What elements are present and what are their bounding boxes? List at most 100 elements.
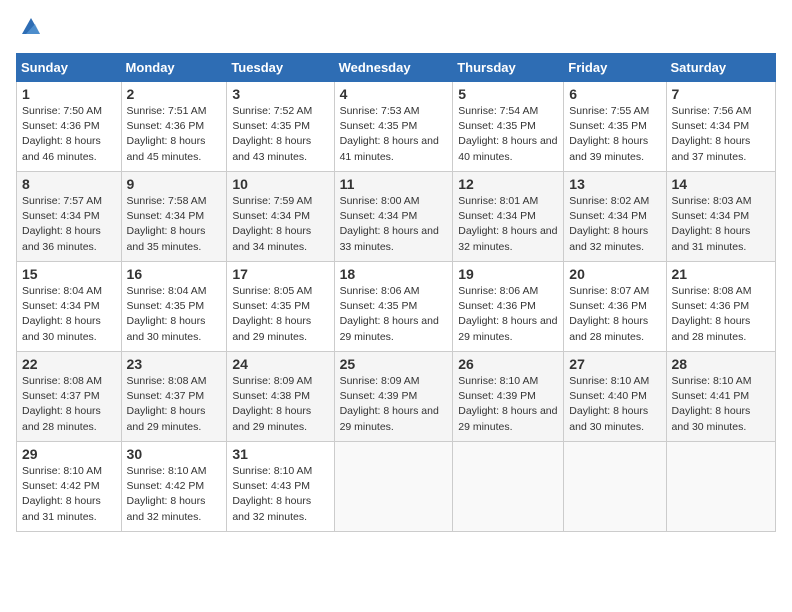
logo: [16, 16, 42, 43]
day-cell: 12 Sunrise: 8:01 AMSunset: 4:34 PMDaylig…: [453, 172, 564, 262]
day-info: Sunrise: 8:02 AMSunset: 4:34 PMDaylight:…: [569, 194, 660, 255]
day-info: Sunrise: 8:10 AMSunset: 4:42 PMDaylight:…: [127, 464, 222, 525]
day-info: Sunrise: 7:59 AMSunset: 4:34 PMDaylight:…: [232, 194, 328, 255]
day-cell: 5 Sunrise: 7:54 AMSunset: 4:35 PMDayligh…: [453, 82, 564, 172]
header-cell-thursday: Thursday: [453, 54, 564, 82]
day-number: 17: [232, 266, 328, 282]
header-cell-wednesday: Wednesday: [334, 54, 453, 82]
day-number: 7: [672, 86, 770, 102]
day-number: 1: [22, 86, 116, 102]
day-cell: 11 Sunrise: 8:00 AMSunset: 4:34 PMDaylig…: [334, 172, 453, 262]
day-number: 12: [458, 176, 558, 192]
day-info: Sunrise: 7:51 AMSunset: 4:36 PMDaylight:…: [127, 104, 222, 165]
day-cell: 6 Sunrise: 7:55 AMSunset: 4:35 PMDayligh…: [564, 82, 666, 172]
day-cell: 17 Sunrise: 8:05 AMSunset: 4:35 PMDaylig…: [227, 262, 334, 352]
day-number: 10: [232, 176, 328, 192]
day-info: Sunrise: 8:10 AMSunset: 4:41 PMDaylight:…: [672, 374, 770, 435]
day-number: 25: [340, 356, 448, 372]
day-info: Sunrise: 8:07 AMSunset: 4:36 PMDaylight:…: [569, 284, 660, 345]
day-cell: 28 Sunrise: 8:10 AMSunset: 4:41 PMDaylig…: [666, 352, 775, 442]
day-cell: 8 Sunrise: 7:57 AMSunset: 4:34 PMDayligh…: [17, 172, 122, 262]
day-cell: 16 Sunrise: 8:04 AMSunset: 4:35 PMDaylig…: [121, 262, 227, 352]
header-cell-monday: Monday: [121, 54, 227, 82]
day-number: 15: [22, 266, 116, 282]
day-number: 3: [232, 86, 328, 102]
day-cell: 1 Sunrise: 7:50 AMSunset: 4:36 PMDayligh…: [17, 82, 122, 172]
day-info: Sunrise: 8:10 AMSunset: 4:42 PMDaylight:…: [22, 464, 116, 525]
day-info: Sunrise: 8:08 AMSunset: 4:37 PMDaylight:…: [127, 374, 222, 435]
day-info: Sunrise: 8:06 AMSunset: 4:36 PMDaylight:…: [458, 284, 558, 345]
day-cell: 23 Sunrise: 8:08 AMSunset: 4:37 PMDaylig…: [121, 352, 227, 442]
day-info: Sunrise: 8:04 AMSunset: 4:34 PMDaylight:…: [22, 284, 116, 345]
day-cell: 19 Sunrise: 8:06 AMSunset: 4:36 PMDaylig…: [453, 262, 564, 352]
day-info: Sunrise: 7:58 AMSunset: 4:34 PMDaylight:…: [127, 194, 222, 255]
day-info: Sunrise: 8:06 AMSunset: 4:35 PMDaylight:…: [340, 284, 448, 345]
day-cell: 30 Sunrise: 8:10 AMSunset: 4:42 PMDaylig…: [121, 442, 227, 532]
day-number: 11: [340, 176, 448, 192]
week-row-5: 29 Sunrise: 8:10 AMSunset: 4:42 PMDaylig…: [17, 442, 776, 532]
header-cell-saturday: Saturday: [666, 54, 775, 82]
day-info: Sunrise: 8:08 AMSunset: 4:37 PMDaylight:…: [22, 374, 116, 435]
day-number: 5: [458, 86, 558, 102]
day-number: 13: [569, 176, 660, 192]
day-cell: 29 Sunrise: 8:10 AMSunset: 4:42 PMDaylig…: [17, 442, 122, 532]
day-cell: [666, 442, 775, 532]
day-number: 30: [127, 446, 222, 462]
day-cell: 7 Sunrise: 7:56 AMSunset: 4:34 PMDayligh…: [666, 82, 775, 172]
header: [16, 16, 776, 43]
day-cell: 2 Sunrise: 7:51 AMSunset: 4:36 PMDayligh…: [121, 82, 227, 172]
day-number: 28: [672, 356, 770, 372]
header-row: SundayMondayTuesdayWednesdayThursdayFrid…: [17, 54, 776, 82]
day-number: 31: [232, 446, 328, 462]
day-info: Sunrise: 7:53 AMSunset: 4:35 PMDaylight:…: [340, 104, 448, 165]
day-cell: [564, 442, 666, 532]
day-number: 6: [569, 86, 660, 102]
calendar-table: SundayMondayTuesdayWednesdayThursdayFrid…: [16, 53, 776, 532]
day-number: 26: [458, 356, 558, 372]
day-cell: 14 Sunrise: 8:03 AMSunset: 4:34 PMDaylig…: [666, 172, 775, 262]
day-number: 9: [127, 176, 222, 192]
day-cell: [453, 442, 564, 532]
day-number: 2: [127, 86, 222, 102]
logo-icon: [20, 16, 42, 43]
day-cell: 3 Sunrise: 7:52 AMSunset: 4:35 PMDayligh…: [227, 82, 334, 172]
day-number: 22: [22, 356, 116, 372]
header-cell-tuesday: Tuesday: [227, 54, 334, 82]
day-number: 24: [232, 356, 328, 372]
day-info: Sunrise: 8:09 AMSunset: 4:38 PMDaylight:…: [232, 374, 328, 435]
day-info: Sunrise: 7:50 AMSunset: 4:36 PMDaylight:…: [22, 104, 116, 165]
day-cell: 24 Sunrise: 8:09 AMSunset: 4:38 PMDaylig…: [227, 352, 334, 442]
day-info: Sunrise: 7:54 AMSunset: 4:35 PMDaylight:…: [458, 104, 558, 165]
day-cell: 18 Sunrise: 8:06 AMSunset: 4:35 PMDaylig…: [334, 262, 453, 352]
day-cell: 31 Sunrise: 8:10 AMSunset: 4:43 PMDaylig…: [227, 442, 334, 532]
day-number: 21: [672, 266, 770, 282]
day-info: Sunrise: 8:10 AMSunset: 4:40 PMDaylight:…: [569, 374, 660, 435]
week-row-3: 15 Sunrise: 8:04 AMSunset: 4:34 PMDaylig…: [17, 262, 776, 352]
day-info: Sunrise: 8:00 AMSunset: 4:34 PMDaylight:…: [340, 194, 448, 255]
day-cell: 10 Sunrise: 7:59 AMSunset: 4:34 PMDaylig…: [227, 172, 334, 262]
day-cell: 26 Sunrise: 8:10 AMSunset: 4:39 PMDaylig…: [453, 352, 564, 442]
day-cell: 21 Sunrise: 8:08 AMSunset: 4:36 PMDaylig…: [666, 262, 775, 352]
week-row-2: 8 Sunrise: 7:57 AMSunset: 4:34 PMDayligh…: [17, 172, 776, 262]
day-number: 20: [569, 266, 660, 282]
day-info: Sunrise: 8:05 AMSunset: 4:35 PMDaylight:…: [232, 284, 328, 345]
day-info: Sunrise: 8:01 AMSunset: 4:34 PMDaylight:…: [458, 194, 558, 255]
header-cell-friday: Friday: [564, 54, 666, 82]
day-number: 18: [340, 266, 448, 282]
day-cell: 15 Sunrise: 8:04 AMSunset: 4:34 PMDaylig…: [17, 262, 122, 352]
day-cell: 13 Sunrise: 8:02 AMSunset: 4:34 PMDaylig…: [564, 172, 666, 262]
day-number: 4: [340, 86, 448, 102]
day-cell: 4 Sunrise: 7:53 AMSunset: 4:35 PMDayligh…: [334, 82, 453, 172]
day-number: 29: [22, 446, 116, 462]
day-cell: 20 Sunrise: 8:07 AMSunset: 4:36 PMDaylig…: [564, 262, 666, 352]
day-cell: [334, 442, 453, 532]
day-info: Sunrise: 7:52 AMSunset: 4:35 PMDaylight:…: [232, 104, 328, 165]
week-row-4: 22 Sunrise: 8:08 AMSunset: 4:37 PMDaylig…: [17, 352, 776, 442]
day-info: Sunrise: 8:04 AMSunset: 4:35 PMDaylight:…: [127, 284, 222, 345]
day-cell: 22 Sunrise: 8:08 AMSunset: 4:37 PMDaylig…: [17, 352, 122, 442]
day-cell: 27 Sunrise: 8:10 AMSunset: 4:40 PMDaylig…: [564, 352, 666, 442]
header-cell-sunday: Sunday: [17, 54, 122, 82]
day-info: Sunrise: 8:03 AMSunset: 4:34 PMDaylight:…: [672, 194, 770, 255]
week-row-1: 1 Sunrise: 7:50 AMSunset: 4:36 PMDayligh…: [17, 82, 776, 172]
day-number: 23: [127, 356, 222, 372]
